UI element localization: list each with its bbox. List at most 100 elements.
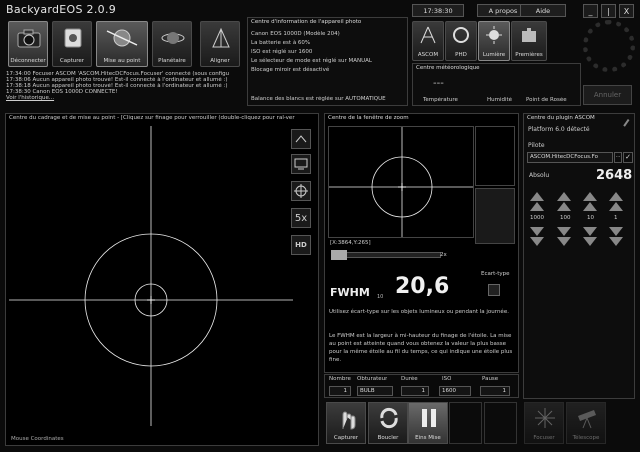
target-icon: [294, 184, 308, 198]
capture-mode-button[interactable]: Capturer: [52, 21, 92, 67]
ascom-plugin-panel: Centre du plugin ASCOM Platform 6.0 déte…: [523, 113, 635, 399]
framing-toolstrip: 5x HD: [291, 126, 315, 426]
step-label: 10: [587, 215, 594, 221]
shutter-select[interactable]: BULB: [357, 386, 393, 396]
screen-button[interactable]: [291, 154, 311, 174]
step-up-10-button[interactable]: [583, 202, 597, 211]
mouse-coordinates: Mouse Coordinates: [11, 436, 64, 442]
step-up-1-button[interactable]: [609, 192, 623, 201]
phd-label: PHD: [455, 52, 467, 58]
capture-button[interactable]: Capturer: [326, 402, 366, 444]
absolute-value: 2648: [596, 168, 633, 183]
step-label: 100: [560, 215, 571, 221]
target-button[interactable]: [291, 181, 311, 201]
pilot-check-button[interactable]: ✓: [623, 152, 633, 163]
framing-canvas[interactable]: [9, 126, 293, 426]
telescope-icon: [578, 410, 596, 429]
focuser-step-controls: 1000 100 10 1: [530, 192, 630, 252]
pilot-browse-button[interactable]: ...: [614, 152, 622, 163]
absolute-label: Absolu: [529, 172, 550, 179]
dial-icon: [583, 20, 635, 72]
pilot-input[interactable]: ASCOM.HitecDCFocus.Fo: [527, 152, 613, 163]
humidity-label: Humidité: [487, 97, 513, 103]
framing-panel[interactable]: Centre du cadrage et de mise au point - …: [5, 113, 319, 446]
zoom-canvas[interactable]: [328, 126, 474, 238]
zoom-slider-handle[interactable]: [331, 250, 347, 260]
zoom-coordinates: [X:3864,Y:265]: [330, 240, 371, 246]
step-label: 1000: [530, 215, 544, 221]
capture-label: Capturer: [333, 435, 359, 441]
camera-info-line: ISO est réglé sur 1600: [251, 49, 313, 55]
step-up-1000-button[interactable]: [530, 192, 544, 201]
step-up-1-button[interactable]: [609, 202, 623, 211]
pencil-icon[interactable]: [623, 119, 633, 129]
align-mode-button[interactable]: Aligner: [200, 21, 240, 67]
zoom-5x-button[interactable]: 5x: [291, 208, 311, 228]
empty-slot: [449, 402, 482, 444]
loop-button[interactable]: Boucler: [368, 402, 408, 444]
zoom-slider[interactable]: [331, 250, 441, 260]
step-down-100-button[interactable]: [557, 237, 571, 246]
hd-icon: HD: [295, 241, 307, 249]
pause-input[interactable]: 1: [480, 386, 510, 396]
abort-button[interactable]: Annuler: [583, 85, 632, 105]
step-down-100-button[interactable]: [557, 227, 571, 236]
camera-info-panel: Centre d'information de l'appareil photo…: [247, 17, 408, 106]
maximize-button[interactable]: |: [601, 4, 616, 18]
clock-display: 17:38:30: [412, 4, 464, 17]
disconnect-button[interactable]: Déconnecter: [8, 21, 48, 67]
step-up-10-button[interactable]: [583, 192, 597, 201]
pause-label: Eins Mise: [415, 435, 441, 441]
star-icon: [535, 408, 555, 428]
weather-value: ---: [433, 78, 444, 89]
step-up-100-button[interactable]: [557, 202, 571, 211]
planetary-mode-button[interactable]: Planétaire: [152, 21, 192, 67]
ascom-label: ASCOM: [417, 52, 439, 58]
iso-select[interactable]: 1600: [439, 386, 471, 396]
disconnect-label: Déconnecter: [10, 58, 46, 64]
telescope-button[interactable]: Télescope: [566, 402, 606, 444]
step-label: 1: [614, 215, 618, 221]
empty-slot: [484, 402, 517, 444]
plugins-button[interactable]: Premières: [511, 21, 547, 61]
capture-mode-label: Capturer: [59, 58, 85, 64]
screen-icon: [294, 158, 308, 170]
step-down-1000-button[interactable]: [530, 237, 544, 246]
focus-mode-button[interactable]: Mise au point: [96, 21, 148, 67]
phd-button[interactable]: PHD: [445, 21, 477, 61]
pause-button[interactable]: Eins Mise: [408, 402, 448, 444]
light-label: Lumière: [482, 52, 506, 58]
step-down-10-button[interactable]: [583, 237, 597, 246]
ascom-button[interactable]: ASCOM: [412, 21, 444, 61]
step-up-100-button[interactable]: [557, 192, 571, 201]
hd-button[interactable]: HD: [291, 235, 311, 255]
capture-icon: [64, 28, 82, 48]
phd-icon: [453, 27, 469, 43]
count-input[interactable]: 1: [329, 386, 351, 396]
camera-info-line: Canon EOS 1000D (Modèle 204): [251, 31, 340, 37]
window-title: BackyardEOS 2.0.9: [6, 3, 117, 16]
light-button[interactable]: Lumière: [478, 21, 510, 61]
pause-header: Pause: [482, 376, 499, 382]
step-down-1-button[interactable]: [609, 227, 623, 236]
step-down-10-button[interactable]: [583, 227, 597, 236]
framing-title: Centre du cadrage et de mise au point - …: [9, 115, 295, 121]
dewpoint-label: Point de Rosée: [526, 97, 567, 103]
camera-info-line: Le sélecteur de mode est réglé sur MANUA…: [251, 58, 372, 64]
step-down-1000-button[interactable]: [530, 227, 544, 236]
temperature-label: Température: [423, 97, 458, 103]
history-link[interactable]: Voir l'historique...: [6, 95, 246, 101]
duration-input[interactable]: 1: [401, 386, 429, 396]
step-down-1-button[interactable]: [609, 237, 623, 246]
std-dev-checkbox[interactable]: [488, 284, 500, 296]
light-icon: [486, 26, 502, 44]
help-button[interactable]: Aide: [520, 4, 566, 17]
align-icon: [212, 27, 230, 48]
focuser-button[interactable]: Focuser: [524, 402, 564, 444]
minimize-button[interactable]: _: [583, 4, 598, 18]
focus-icon: [106, 29, 138, 47]
collapse-button[interactable]: [291, 129, 311, 149]
step-up-1000-button[interactable]: [530, 202, 544, 211]
hand-icon: [342, 411, 356, 430]
close-button[interactable]: X: [619, 4, 634, 18]
